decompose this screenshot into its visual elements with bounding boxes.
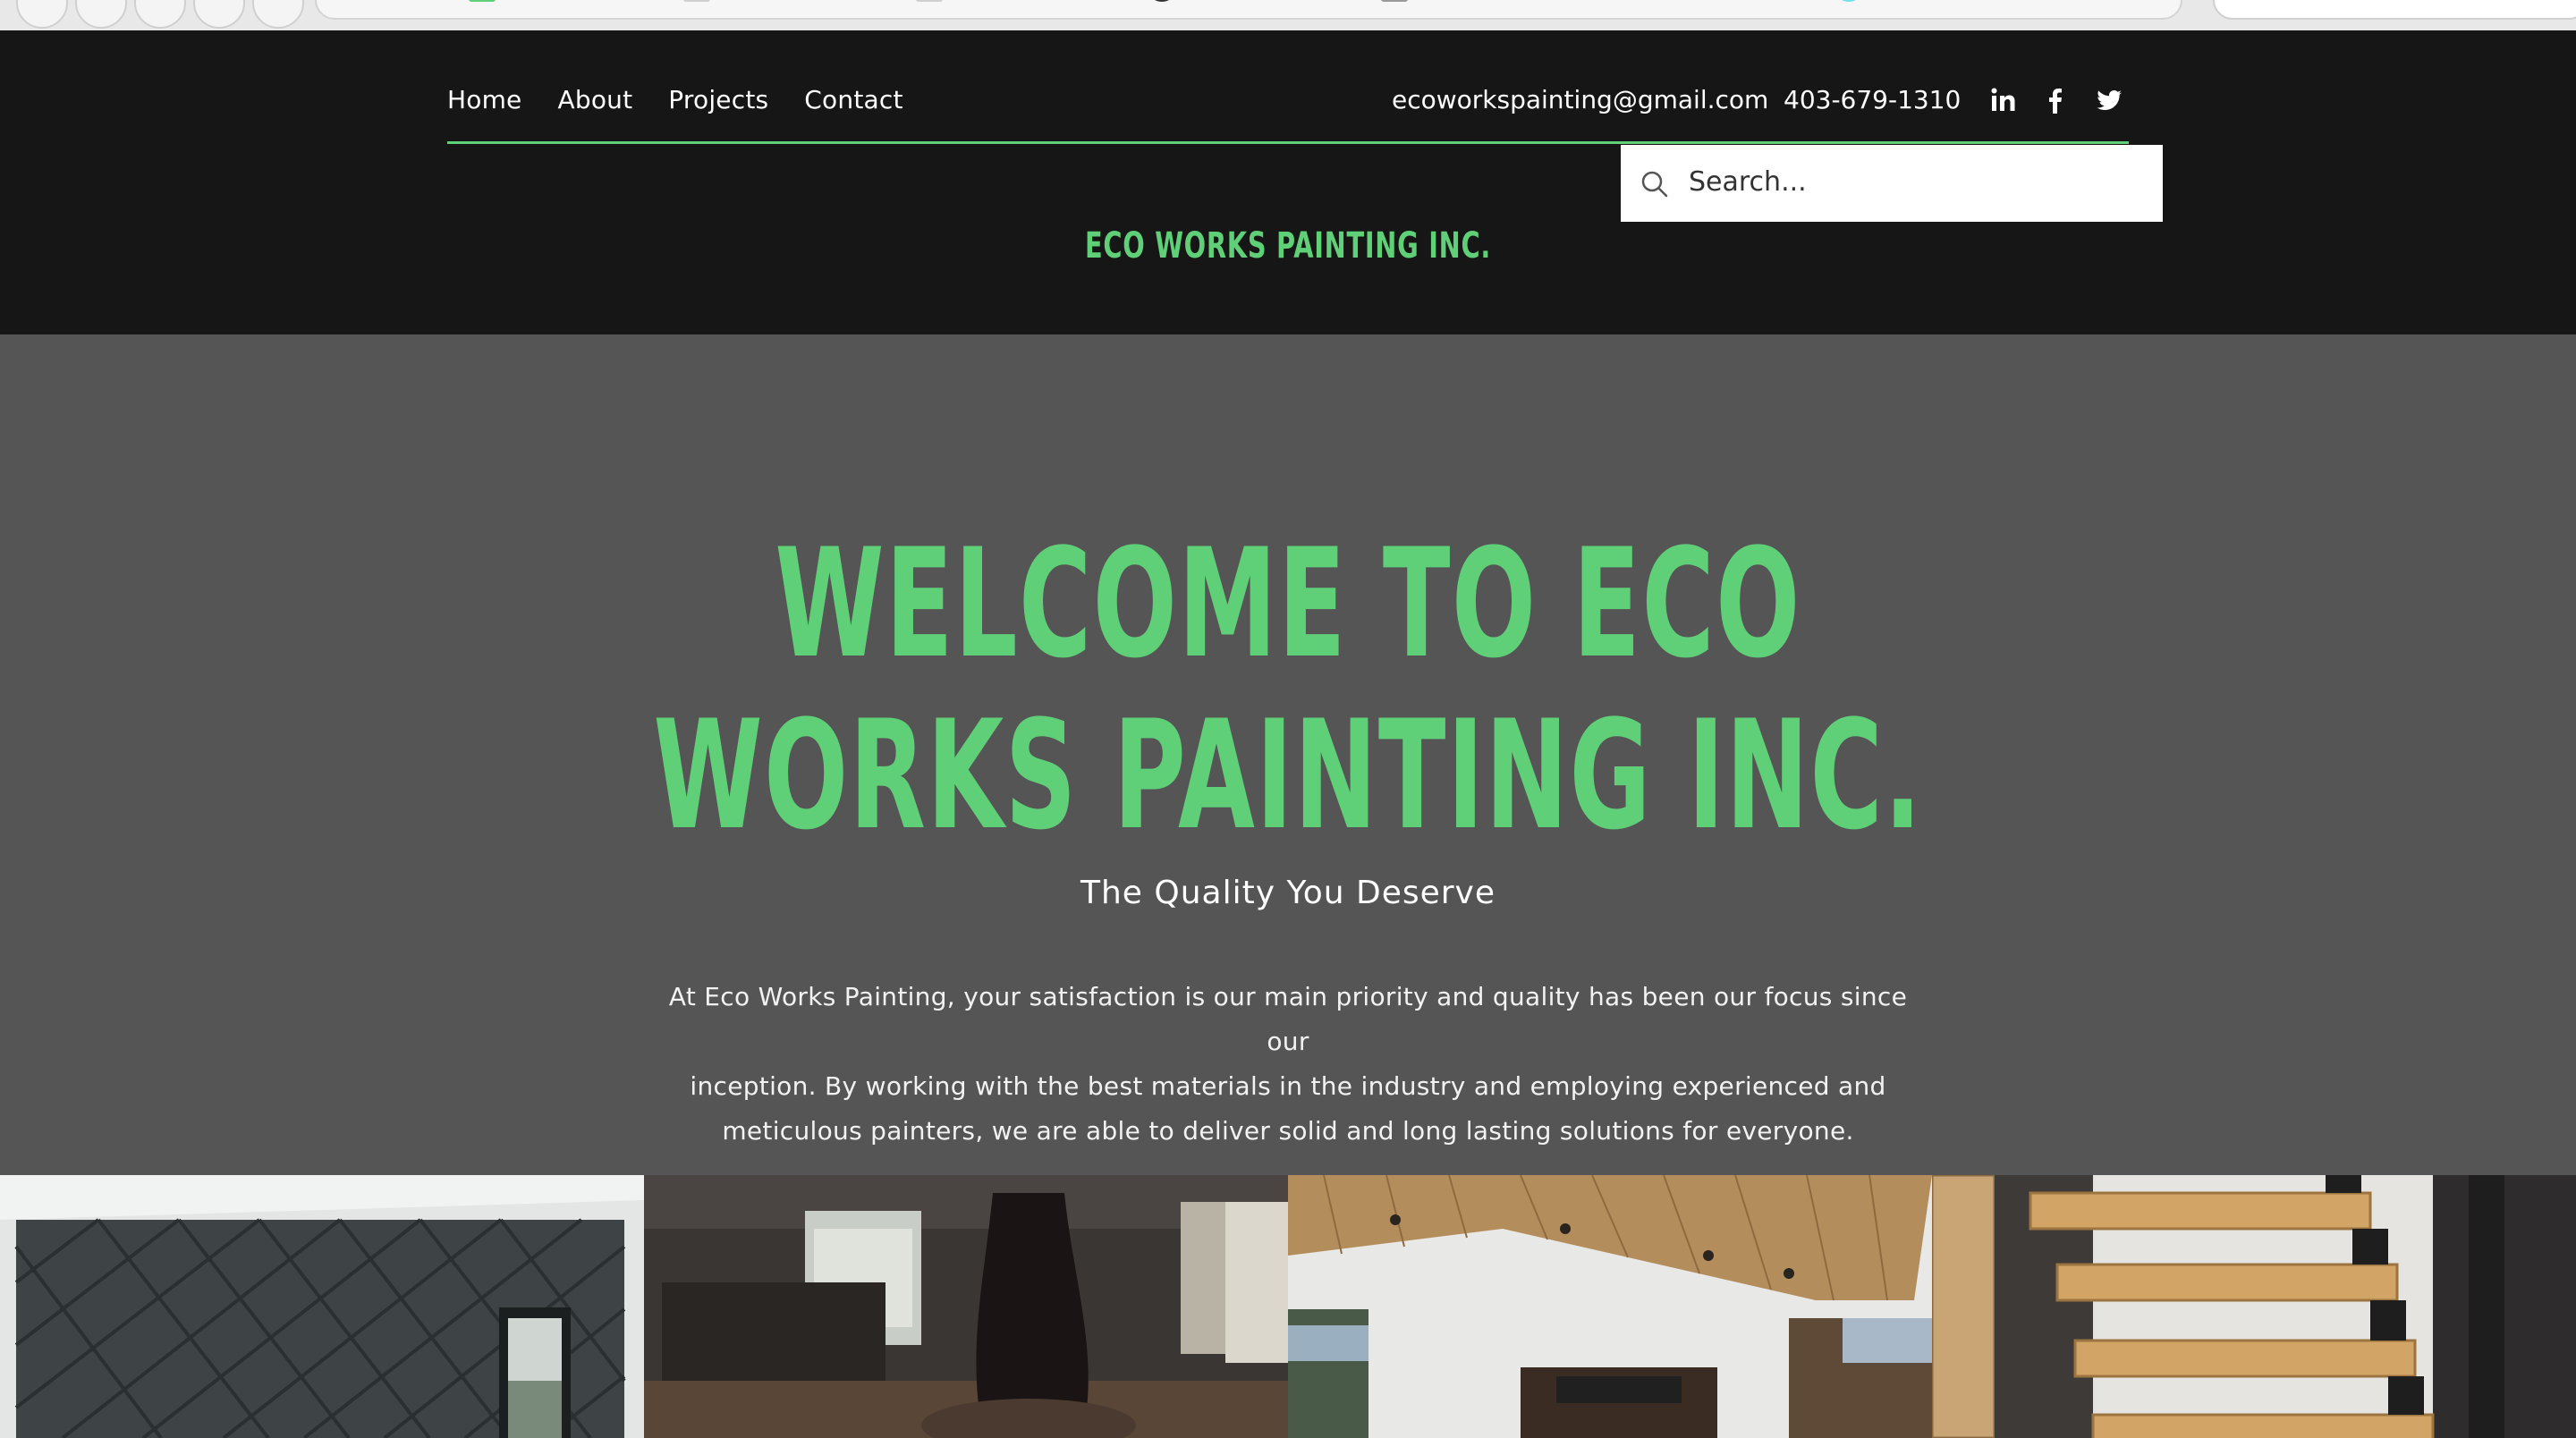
facebook-icon[interactable] — [2041, 86, 2070, 114]
project-gallery — [0, 1175, 2576, 1438]
header-email-link[interactable]: ecoworkspainting@gmail.com — [1392, 85, 1768, 114]
main-nav: Home About Projects Contact — [447, 85, 939, 114]
tab-favicon-icon — [1381, 0, 1408, 2]
browser-tab-strip[interactable] — [315, 0, 2182, 20]
search-input[interactable]: Search... — [1621, 145, 2163, 222]
hero-title-line-1: WELCOME TO ECO — [775, 516, 1801, 691]
gallery-image-accent-wall[interactable] — [0, 1175, 644, 1438]
tab-favicon-icon — [1835, 0, 1862, 2]
nav-home-link[interactable]: Home — [447, 85, 522, 114]
hero-section: WELCOME TO ECO WORKS PAINTING INC. The Q… — [0, 334, 2576, 1175]
site-header: Home About Projects Contact ecoworkspain… — [0, 30, 2576, 334]
tab-favicon-icon — [1148, 0, 1175, 2]
browser-extension-icon[interactable] — [75, 0, 127, 29]
hero-title: WELCOME TO ECO WORKS PAINTING INC. — [438, 518, 2139, 861]
tab-favicon-icon — [469, 0, 496, 2]
browser-extension-icon[interactable] — [252, 0, 304, 29]
browser-extension-icon[interactable] — [134, 0, 186, 29]
site-logo-text[interactable]: ECO WORKS PAINTING INC. — [360, 225, 2216, 266]
hero-description-line-3: meticulous painters, we are able to deli… — [722, 1116, 1854, 1146]
search-placeholder: Search... — [1689, 166, 1807, 198]
browser-extension-icon[interactable] — [193, 0, 245, 29]
nav-projects-link[interactable]: Projects — [668, 85, 768, 114]
header-phone-link[interactable]: 403-679-1310 — [1784, 85, 1961, 114]
hero-description-line-2: inception. By working with the best mate… — [690, 1071, 1886, 1101]
linkedin-icon[interactable] — [1989, 86, 2018, 114]
gallery-image-wood-stairs[interactable] — [1932, 1175, 2576, 1438]
hero-subtitle: The Quality You Deserve — [1080, 875, 1496, 911]
tab-favicon-icon — [916, 0, 943, 2]
header-divider — [447, 141, 2129, 144]
hero-description-line-1: At Eco Works Painting, your satisfaction… — [668, 982, 1908, 1056]
twitter-icon[interactable] — [2095, 86, 2123, 114]
hero-description: At Eco Works Painting, your satisfaction… — [662, 975, 1914, 1154]
gallery-image-cedar-ceiling[interactable] — [1288, 1175, 1932, 1438]
browser-back-button[interactable] — [16, 0, 68, 29]
browser-address-bar[interactable] — [2213, 0, 2576, 20]
nav-about-link[interactable]: About — [558, 85, 633, 114]
gallery-image-living-room[interactable] — [644, 1175, 1288, 1438]
browser-toolbar — [0, 0, 2576, 30]
nav-contact-link[interactable]: Contact — [804, 85, 902, 114]
search-icon — [1641, 171, 1668, 198]
hero-title-line-2: WORKS PAINTING INC. — [653, 688, 1923, 863]
tab-favicon-icon — [683, 0, 710, 2]
